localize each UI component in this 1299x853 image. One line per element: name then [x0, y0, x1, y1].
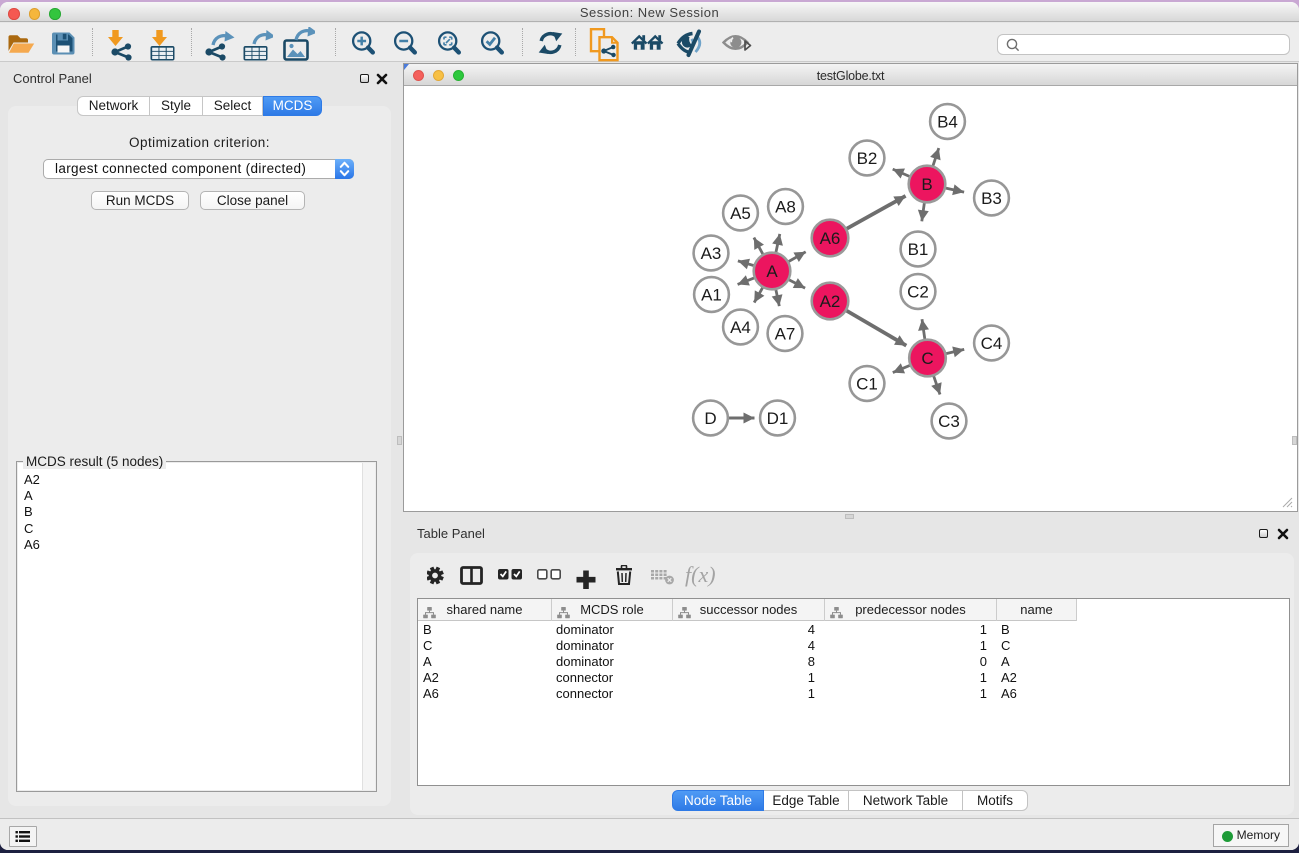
svg-text:A8: A8	[775, 198, 796, 217]
svg-text:B: B	[921, 175, 932, 194]
svg-text:A6: A6	[820, 229, 841, 248]
svg-text:B4: B4	[937, 113, 958, 132]
svg-text:D: D	[704, 409, 716, 428]
svg-text:A2: A2	[820, 292, 841, 311]
svg-text:B2: B2	[857, 149, 878, 168]
svg-text:B1: B1	[908, 240, 929, 259]
svg-text:D1: D1	[767, 409, 789, 428]
svg-text:C4: C4	[981, 334, 1003, 353]
svg-text:C: C	[921, 349, 933, 368]
svg-text:A3: A3	[701, 244, 722, 263]
svg-text:C1: C1	[856, 375, 878, 394]
svg-text:C2: C2	[907, 283, 929, 302]
svg-text:A: A	[766, 262, 778, 281]
svg-text:A7: A7	[775, 325, 796, 344]
svg-text:A5: A5	[730, 204, 751, 223]
svg-text:A1: A1	[701, 286, 722, 305]
svg-text:B3: B3	[981, 189, 1002, 208]
svg-text:A4: A4	[730, 318, 751, 337]
svg-text:C3: C3	[938, 412, 960, 431]
